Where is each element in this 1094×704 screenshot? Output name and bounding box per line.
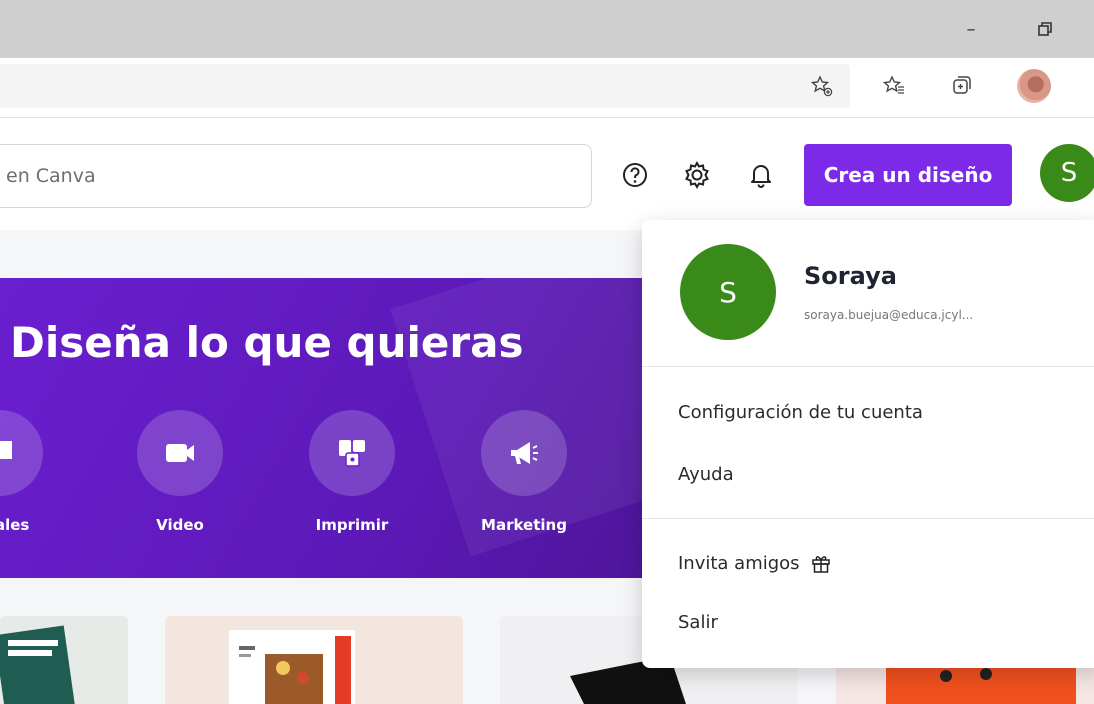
minimize-icon: –: [966, 18, 976, 40]
star-add-icon: [810, 75, 833, 97]
category-label: Video: [156, 516, 204, 534]
account-menu: S Soraya soraya.buejua@educa.jcyl... Con…: [642, 220, 1094, 668]
template-thumbnail: [229, 630, 355, 704]
search-placeholder: en Canva: [6, 165, 96, 187]
account-avatar-button[interactable]: S: [1040, 144, 1094, 202]
favorites-icon: [882, 75, 904, 94]
hero-title: Diseña lo que quieras: [10, 318, 524, 367]
screen: – en Canva Crea un diseño S Diseña lo qu…: [0, 0, 1094, 704]
minimize-button[interactable]: –: [956, 14, 986, 44]
category-icon-circle: [137, 410, 223, 496]
help-icon: [623, 163, 647, 187]
help-button[interactable]: [618, 158, 652, 192]
category-print[interactable]: Imprimir: [292, 410, 412, 534]
browser-titlebar: –: [0, 0, 1094, 58]
category-social[interactable]: ociales: [0, 410, 60, 534]
template-card[interactable]: [165, 616, 463, 704]
bell-icon: [751, 165, 771, 188]
browser-toolbar: [0, 58, 1094, 118]
category-video[interactable]: Video: [120, 410, 240, 534]
menu-item-help[interactable]: Ayuda: [678, 464, 734, 485]
menu-item-account-settings[interactable]: Configuración de tu cuenta: [678, 402, 923, 423]
category-icon-circle: [481, 410, 567, 496]
profile-picture: [1017, 69, 1051, 103]
category-label: Marketing: [481, 516, 567, 534]
category-marketing[interactable]: Marketing: [464, 410, 584, 534]
account-email: soraya.buejua@educa.jcyl...: [804, 308, 974, 322]
collections-icon: [953, 76, 971, 94]
template-card[interactable]: [0, 616, 128, 704]
print-icon: [339, 440, 365, 467]
chat-bubble-icon: [0, 441, 12, 459]
template-thumbnail: [0, 625, 76, 704]
browser-profile-button[interactable]: [1016, 68, 1052, 104]
restore-button[interactable]: [1030, 14, 1060, 44]
category-icon-circle: [309, 410, 395, 496]
hero-banner: Diseña lo que quieras ociales Video: [0, 278, 680, 578]
restore-icon: [1038, 22, 1052, 36]
account-name: Soraya: [804, 262, 897, 290]
canva-header: en Canva Crea un diseño S: [0, 118, 1094, 230]
menu-item-logout[interactable]: Salir: [678, 612, 718, 633]
menu-item-label: Salir: [678, 612, 718, 633]
menu-item-label: Invita amigos: [678, 552, 800, 574]
settings-button[interactable]: [680, 158, 714, 192]
collections-button[interactable]: [944, 68, 980, 104]
category-label: ociales: [0, 516, 30, 534]
notifications-button[interactable]: [744, 158, 778, 192]
menu-item-label: Ayuda: [678, 464, 734, 485]
category-icon-circle: [0, 410, 43, 496]
gift-icon: [811, 556, 830, 573]
menu-divider: [642, 518, 1094, 519]
address-bar[interactable]: [0, 64, 850, 108]
gear-icon: [685, 160, 709, 190]
menu-divider: [642, 366, 1094, 367]
add-favorite-button[interactable]: [804, 68, 840, 104]
category-label: Imprimir: [315, 516, 389, 534]
megaphone-icon: [511, 442, 538, 464]
menu-item-label: Configuración de tu cuenta: [678, 402, 923, 423]
video-camera-icon: [166, 444, 194, 462]
favorites-button[interactable]: [876, 68, 912, 104]
search-input[interactable]: en Canva: [0, 144, 592, 208]
menu-item-invite-friends[interactable]: Invita amigos: [678, 552, 832, 574]
create-design-button[interactable]: Crea un diseño: [804, 144, 1012, 206]
account-menu-avatar: S: [680, 244, 776, 340]
